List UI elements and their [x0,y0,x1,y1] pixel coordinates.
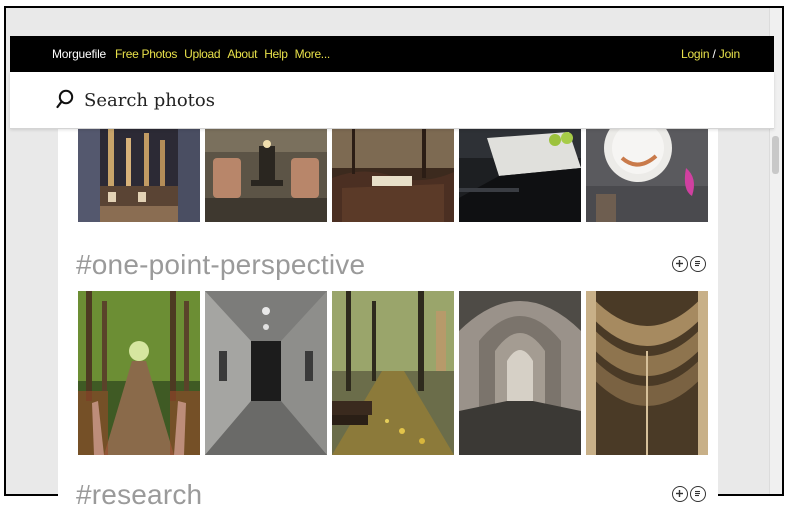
comment-circle-icon[interactable] [690,256,706,272]
nav-link-about[interactable]: About [227,36,257,72]
photo-thumbnail[interactable] [586,128,708,222]
section-title[interactable]: #one-point-perspective [76,249,365,281]
join-link[interactable]: Join [719,47,740,61]
photo-row-previous [78,128,708,222]
login-link[interactable]: Login [681,47,710,61]
scrollbar-thumb[interactable] [772,136,779,174]
login-separator: / [712,47,716,61]
section-actions [672,256,706,272]
photo-thumbnail[interactable] [459,291,581,455]
top-navigation-bar: Morguefile Free Photos Upload About Help… [10,36,774,72]
search-bar [10,72,774,129]
photo-thumbnail[interactable] [205,291,327,455]
photo-row-one-point-perspective [78,291,708,455]
photo-thumbnail[interactable] [586,291,708,455]
nav-link-help[interactable]: Help [264,36,288,72]
photo-thumbnail[interactable] [332,128,454,222]
photo-thumbnail[interactable] [78,291,200,455]
add-circle-icon[interactable] [672,256,688,272]
search-icon[interactable] [56,89,74,109]
photo-thumbnail[interactable] [205,128,327,222]
nav-links: Free Photos Upload About Help More... [115,36,330,72]
login-join: Login / Join [681,36,740,72]
nav-link-upload[interactable]: Upload [184,36,221,72]
nav-link-more[interactable]: More... [295,36,331,72]
brand-logo[interactable]: Morguefile [52,36,106,72]
photo-thumbnail[interactable] [332,291,454,455]
photo-thumbnail[interactable] [459,128,581,222]
search-input[interactable] [84,86,484,114]
photo-thumbnail[interactable] [78,128,200,222]
section-title[interactable]: #research [76,479,202,511]
nav-link-free-photos[interactable]: Free Photos [115,36,177,72]
